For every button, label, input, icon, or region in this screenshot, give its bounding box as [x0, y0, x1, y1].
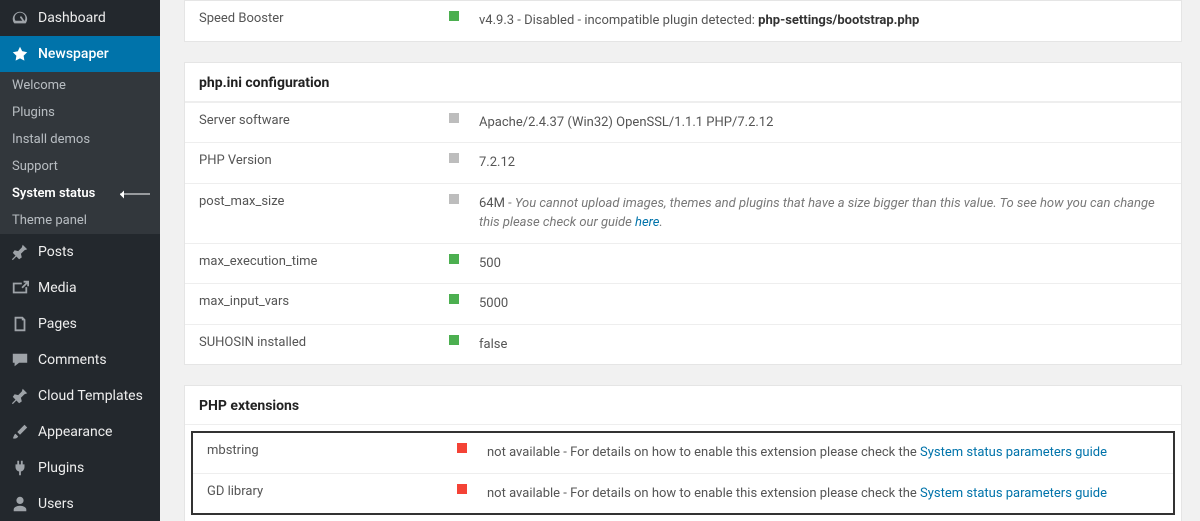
pin-icon	[10, 242, 30, 262]
sidebar-item-label: Appearance	[38, 424, 112, 440]
panel-title: php.ini configuration	[185, 63, 1181, 102]
row-value: 7.2.12	[479, 153, 1167, 173]
submenu-item-welcome[interactable]: Welcome	[0, 72, 160, 99]
submenu-item-install-demos[interactable]: Install demos	[0, 126, 160, 153]
row-label: post_max_size	[199, 194, 449, 209]
sidebar-item-label: Cloud Templates	[38, 388, 143, 404]
sidebar-item-appearance[interactable]: Appearance	[0, 414, 160, 450]
row-value: false	[479, 335, 1167, 355]
highlight-box: mbstring not available - For details on …	[191, 431, 1175, 515]
submenu-item-support[interactable]: Support	[0, 153, 160, 180]
table-row: SUHOSIN installed false	[185, 324, 1181, 365]
pin-icon	[10, 386, 30, 406]
sidebar-item-pages[interactable]: Pages	[0, 306, 160, 342]
row-value: 64M - You cannot upload images, themes a…	[479, 194, 1167, 233]
square-red-icon	[457, 484, 467, 494]
sidebar-item-label: Posts	[38, 244, 74, 260]
square-red-icon	[457, 443, 467, 453]
sidebar-item-newspaper[interactable]: Newspaper	[0, 36, 160, 72]
row-label: SUHOSIN installed	[199, 335, 449, 350]
status-indicator	[457, 484, 487, 494]
guide-link[interactable]: System status parameters guide	[920, 445, 1107, 460]
dashboard-icon	[10, 8, 30, 28]
row-value: Apache/2.4.37 (Win32) OpenSSL/1.1.1 PHP/…	[479, 113, 1167, 133]
sidebar-item-label: Comments	[38, 352, 107, 368]
status-indicator	[457, 443, 487, 453]
square-green-icon	[449, 335, 459, 345]
row-value: not available - For details on how to en…	[487, 443, 1159, 463]
row-label: max_execution_time	[199, 254, 449, 269]
sidebar-item-dashboard[interactable]: Dashboard	[0, 0, 160, 36]
row-label: Speed Booster	[199, 11, 449, 26]
newspaper-icon	[10, 44, 30, 64]
table-row: Server software Apache/2.4.37 (Win32) Op…	[185, 102, 1181, 143]
square-gray-icon	[449, 113, 459, 123]
status-indicator	[449, 113, 479, 123]
sidebar-item-label: Users	[38, 496, 74, 512]
plug-icon	[10, 458, 30, 478]
panel-php-ini: php.ini configuration Server software Ap…	[184, 62, 1182, 366]
square-green-icon	[449, 254, 459, 264]
user-icon	[10, 494, 30, 514]
row-label: GD library	[207, 484, 457, 499]
sidebar-item-users[interactable]: Users	[0, 486, 160, 521]
sidebar: Dashboard Newspaper Welcome Plugins Inst…	[0, 0, 160, 521]
table-row: max_input_vars 5000	[185, 283, 1181, 324]
row-value: 5000	[479, 294, 1167, 314]
submenu-item-theme-panel[interactable]: Theme panel	[0, 207, 160, 234]
table-row: GD library not available - For details o…	[193, 473, 1173, 514]
panel-php-extensions: PHP extensions mbstring not available - …	[184, 385, 1182, 521]
sidebar-item-label: Pages	[38, 316, 77, 332]
table-row: post_max_size 64M - You cannot upload im…	[185, 183, 1181, 243]
comments-icon	[10, 350, 30, 370]
guide-link[interactable]: here	[635, 215, 659, 230]
media-icon	[10, 278, 30, 298]
status-indicator	[449, 335, 479, 345]
brush-icon	[10, 422, 30, 442]
panel-title: PHP extensions	[185, 386, 1181, 425]
sidebar-item-label: Media	[38, 280, 77, 296]
row-value: not available - For details on how to en…	[487, 484, 1159, 504]
row-label: PHP Version	[199, 153, 449, 168]
arrow-indicator	[120, 193, 150, 194]
status-indicator	[449, 194, 479, 204]
sidebar-item-label: Dashboard	[38, 10, 106, 26]
table-row: max_execution_time 500	[185, 243, 1181, 284]
status-indicator	[449, 153, 479, 163]
status-indicator	[449, 11, 479, 21]
square-gray-icon	[449, 194, 459, 204]
pages-icon	[10, 314, 30, 334]
sidebar-item-plugins[interactable]: Plugins	[0, 450, 160, 486]
submenu-item-system-status[interactable]: System status	[0, 180, 160, 207]
table-row: mbstring not available - For details on …	[193, 433, 1173, 473]
row-label: Server software	[199, 113, 449, 128]
main-content: Speed Booster v4.9.3 - Disabled - incomp…	[160, 0, 1200, 521]
sidebar-item-cloud-templates[interactable]: Cloud Templates	[0, 378, 160, 414]
table-row: Speed Booster v4.9.3 - Disabled - incomp…	[185, 1, 1181, 41]
sidebar-item-label: Newspaper	[38, 46, 109, 62]
status-indicator	[449, 294, 479, 304]
sidebar-item-posts[interactable]: Posts	[0, 234, 160, 270]
submenu-item-plugins[interactable]: Plugins	[0, 99, 160, 126]
panel-top: Speed Booster v4.9.3 - Disabled - incomp…	[184, 0, 1182, 42]
square-green-icon	[449, 294, 459, 304]
sidebar-item-label: Plugins	[38, 460, 84, 476]
sidebar-item-media[interactable]: Media	[0, 270, 160, 306]
row-label: max_input_vars	[199, 294, 449, 309]
table-row: PHP Version 7.2.12	[185, 142, 1181, 183]
square-gray-icon	[449, 153, 459, 163]
sidebar-submenu: Welcome Plugins Install demos Support Sy…	[0, 72, 160, 234]
row-label: mbstring	[207, 443, 457, 458]
guide-link[interactable]: System status parameters guide	[920, 486, 1107, 501]
sidebar-item-comments[interactable]: Comments	[0, 342, 160, 378]
row-value: 500	[479, 254, 1167, 274]
row-value: v4.9.3 - Disabled - incompatible plugin …	[479, 11, 1167, 31]
square-green-icon	[449, 11, 459, 21]
status-indicator	[449, 254, 479, 264]
